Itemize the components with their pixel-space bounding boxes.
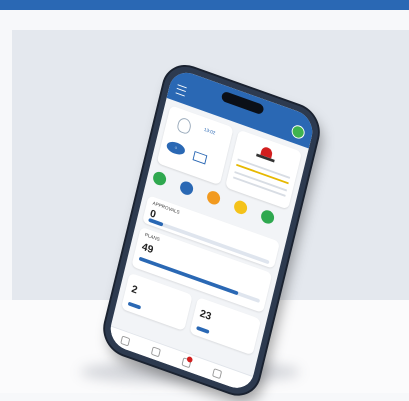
- shortcut-icon[interactable]: [205, 189, 222, 207]
- mail-icon[interactable]: [192, 150, 208, 165]
- home-icon[interactable]: [120, 335, 131, 347]
- shortcut-icon[interactable]: [259, 208, 276, 226]
- fingerprint-icon: [176, 116, 193, 136]
- leave-right-bar: [196, 325, 210, 334]
- shortcut-icon[interactable]: [232, 198, 249, 216]
- time-label: 13:02: [203, 127, 216, 137]
- approvals-bar: [148, 217, 164, 227]
- shortcut-icon[interactable]: [178, 179, 195, 197]
- avatar[interactable]: [290, 123, 306, 141]
- phone-screen: 13:02 ○ APPROVALS 0 PLANS 49 2 23: [106, 67, 317, 394]
- top-banner: [0, 0, 409, 10]
- leave-left-bar: [127, 301, 142, 310]
- plans-title: PLANS: [144, 232, 161, 243]
- phone-mockup-wrap: 13:02 ○ APPROVALS 0 PLANS 49 2 23: [100, 60, 350, 401]
- phone-mockup: 13:02 ○ APPROVALS 0 PLANS 49 2 23: [100, 60, 323, 401]
- menu-icon[interactable]: [175, 84, 187, 97]
- shortcut-icon[interactable]: [151, 170, 168, 188]
- leave-right-count: 23: [198, 307, 213, 323]
- list-icon[interactable]: [150, 346, 161, 358]
- grid-icon[interactable]: [212, 368, 223, 380]
- approvals-title: APPROVALS: [151, 200, 181, 216]
- plans-count: 49: [140, 241, 155, 256]
- leave-left-count: 2: [130, 283, 139, 297]
- logo-icon: ○: [165, 139, 187, 157]
